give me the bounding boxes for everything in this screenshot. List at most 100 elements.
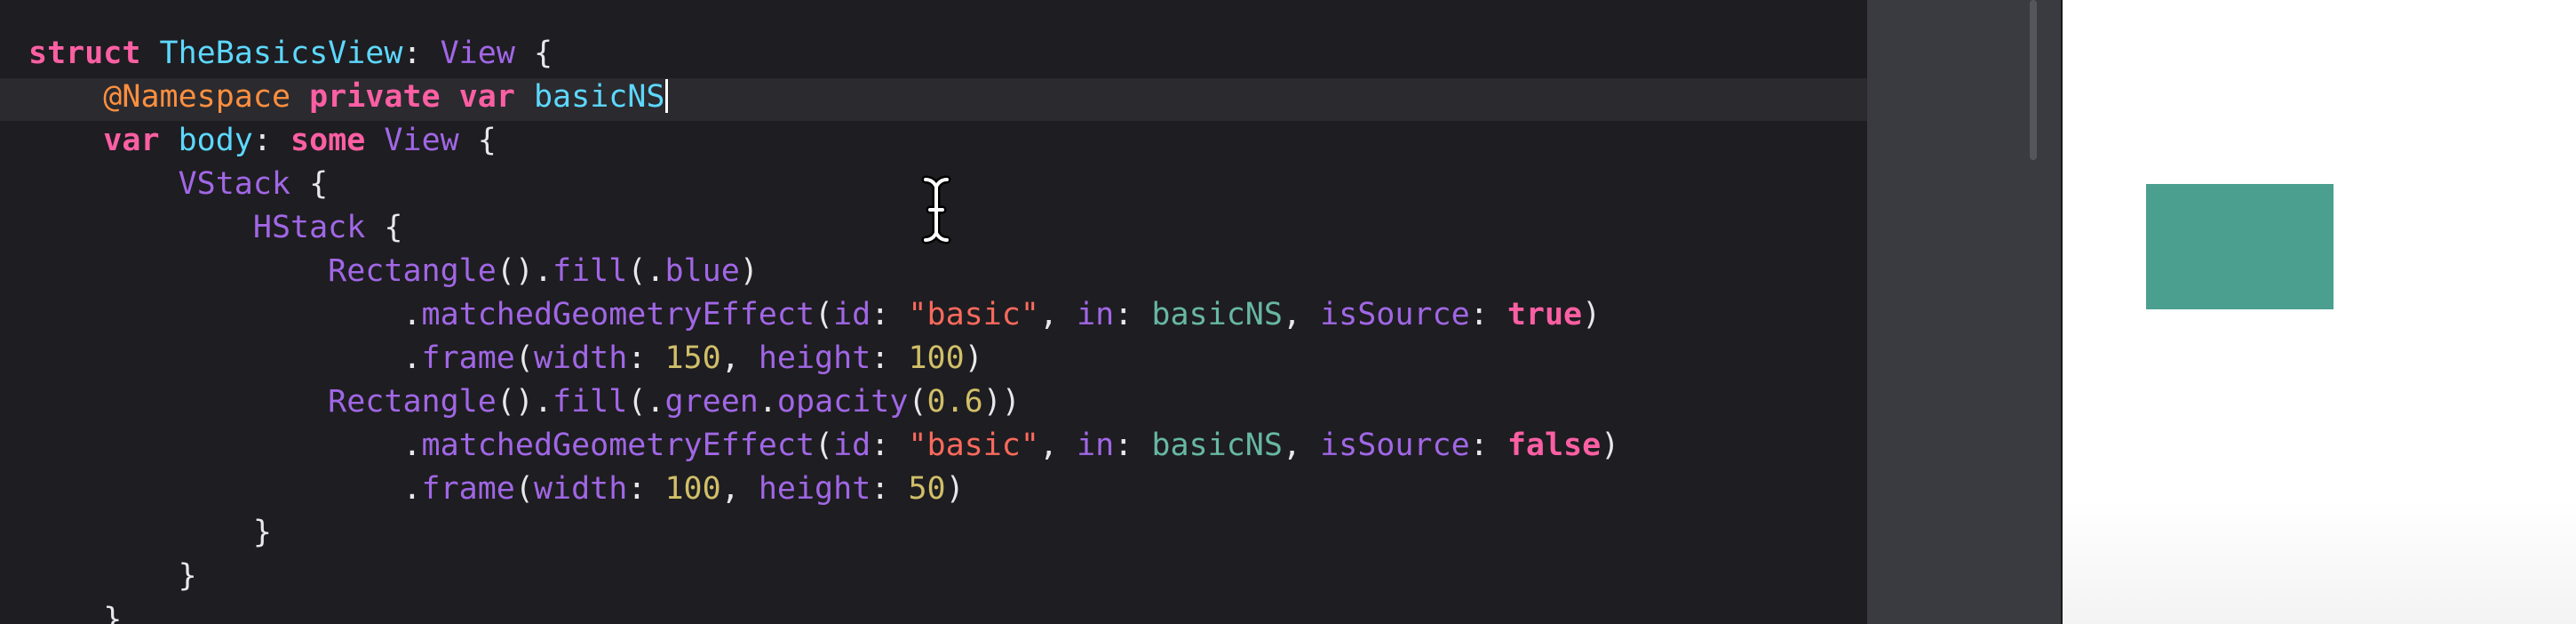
vertical-scrollbar[interactable] — [2030, 0, 2037, 160]
code-token: { — [290, 166, 329, 202]
code-token: , — [720, 340, 759, 376]
xcode-window: struct TheBasicsView: View { @Namespace … — [0, 0, 2576, 624]
code-token: . — [28, 297, 422, 332]
text-ibeam-cursor-icon — [921, 175, 951, 244]
code-token: width — [533, 471, 628, 507]
code-token: false — [1507, 428, 1602, 463]
code-token: basicNS — [1151, 428, 1283, 463]
code-token: . — [28, 340, 422, 376]
code-token: { — [514, 36, 553, 71]
code-token: (. — [627, 384, 665, 420]
code-token: ) — [945, 471, 965, 507]
code-token: some — [290, 123, 366, 158]
code-line[interactable]: Rectangle().fill(.blue) — [28, 250, 1619, 293]
code-token: ) — [964, 340, 983, 376]
code-token: basicNS — [1151, 297, 1283, 332]
code-token: isSource — [1320, 428, 1470, 463]
code-line[interactable]: struct TheBasicsView: View { — [28, 32, 1619, 76]
code-token: opacity — [776, 384, 909, 420]
code-line[interactable]: HStack { — [28, 206, 1619, 250]
code-token: : — [871, 297, 909, 332]
code-token: } — [28, 602, 123, 624]
code-token: : — [1469, 297, 1507, 332]
code-token: Rectangle — [328, 253, 497, 289]
code-token: blue — [664, 253, 740, 289]
code-token: } — [28, 515, 272, 550]
code-token: 0.6 — [926, 384, 983, 420]
code-token: : — [871, 471, 909, 507]
code-token: , — [1038, 428, 1077, 463]
code-line[interactable]: Rectangle().fill(.green.opacity(0.6)) — [28, 380, 1619, 424]
code-token: frame — [421, 471, 515, 507]
code-token: green — [664, 384, 759, 420]
code-token: var — [103, 123, 160, 158]
code-token: ) — [1601, 428, 1620, 463]
code-token: 50 — [908, 471, 946, 507]
code-token: : — [871, 340, 909, 376]
code-token: View — [440, 36, 515, 71]
code-token: 150 — [664, 340, 721, 376]
code-token: )) — [982, 384, 1021, 420]
code-token: : — [627, 471, 665, 507]
code-token: width — [533, 340, 628, 376]
preview-rectangle — [2146, 184, 2334, 309]
code-token: ( — [514, 471, 534, 507]
source-code[interactable]: struct TheBasicsView: View { @Namespace … — [28, 32, 1619, 624]
code-token: private — [309, 79, 441, 115]
code-line[interactable]: @Namespace private var basicNS — [28, 76, 1619, 119]
code-token: ) — [1582, 297, 1602, 332]
code-line[interactable]: .frame(width: 100, height: 50) — [28, 468, 1619, 511]
code-line[interactable]: } — [28, 555, 1619, 598]
code-line[interactable]: .frame(width: 150, height: 100) — [28, 337, 1619, 380]
code-token: VStack — [178, 166, 291, 202]
code-token: . — [758, 384, 777, 420]
code-token: basicNS — [533, 79, 665, 115]
code-line[interactable]: .matchedGeometryEffect(id: "basic", in: … — [28, 293, 1619, 337]
code-token: ( — [815, 297, 834, 332]
code-editor[interactable]: struct TheBasicsView: View { @Namespace … — [0, 0, 1867, 624]
code-token: ) — [739, 253, 759, 289]
code-token: , — [1282, 428, 1321, 463]
code-line[interactable]: .matchedGeometryEffect(id: "basic", in: … — [28, 424, 1619, 468]
code-line[interactable]: } — [28, 511, 1619, 555]
code-token: fill — [553, 384, 628, 420]
code-token: : — [627, 340, 665, 376]
code-token: ( — [514, 340, 534, 376]
code-token: fill — [553, 253, 628, 289]
code-token: in — [1077, 428, 1115, 463]
code-token: , — [720, 471, 759, 507]
code-token: matchedGeometryEffect — [421, 297, 815, 332]
code-token: . — [28, 428, 422, 463]
code-token: : — [252, 123, 291, 158]
code-token: 100 — [908, 340, 965, 376]
code-token: : — [1114, 297, 1152, 332]
code-token: id — [833, 297, 871, 332]
code-token: isSource — [1320, 297, 1470, 332]
code-token: (). — [496, 253, 553, 289]
code-token: HStack — [252, 210, 366, 245]
code-token: Rectangle — [328, 384, 497, 420]
code-token: height — [758, 471, 871, 507]
code-token: , — [1282, 297, 1321, 332]
code-token: : — [1469, 428, 1507, 463]
preview-canvas — [2063, 0, 2576, 624]
code-line[interactable]: VStack { — [28, 163, 1619, 206]
code-line[interactable]: var body: some View { — [28, 119, 1619, 163]
code-token: 100 — [664, 471, 721, 507]
code-token: @Namespace — [103, 79, 291, 115]
code-token: true — [1507, 297, 1583, 332]
code-token: . — [28, 471, 422, 507]
code-token: id — [833, 428, 871, 463]
code-line[interactable]: } — [28, 598, 1619, 624]
